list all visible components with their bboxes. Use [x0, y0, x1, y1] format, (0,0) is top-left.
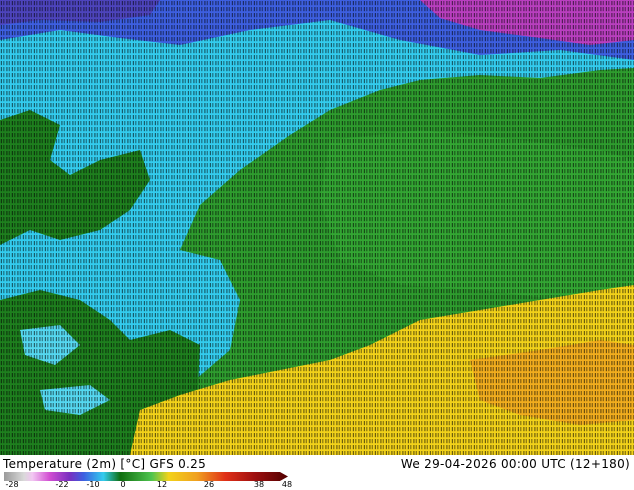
scale-tick: 38 [253, 480, 265, 489]
valid-time: We 29-04-2026 00:00 UTC (12+180) [400, 457, 630, 471]
scale-tick: 48 [281, 480, 293, 489]
map-footer: Temperature (2m) [°C] GFS 0.25 We 29-04-… [0, 455, 634, 490]
map-title: Temperature (2m) [°C] GFS 0.25 [3, 457, 207, 471]
value-grid-overlay [0, 0, 634, 455]
temperature-map [0, 0, 634, 455]
scale-tick: 0 [120, 480, 126, 489]
scale-tick: -28 [5, 480, 19, 489]
scale-tick: -10 [86, 480, 100, 489]
scale-tick: -22 [55, 480, 69, 489]
scale-tick: 26 [203, 480, 215, 489]
scale-tick-labels: -28 -22 -10 0 12 26 38 48 [0, 480, 300, 490]
scale-tick: 12 [156, 480, 168, 489]
